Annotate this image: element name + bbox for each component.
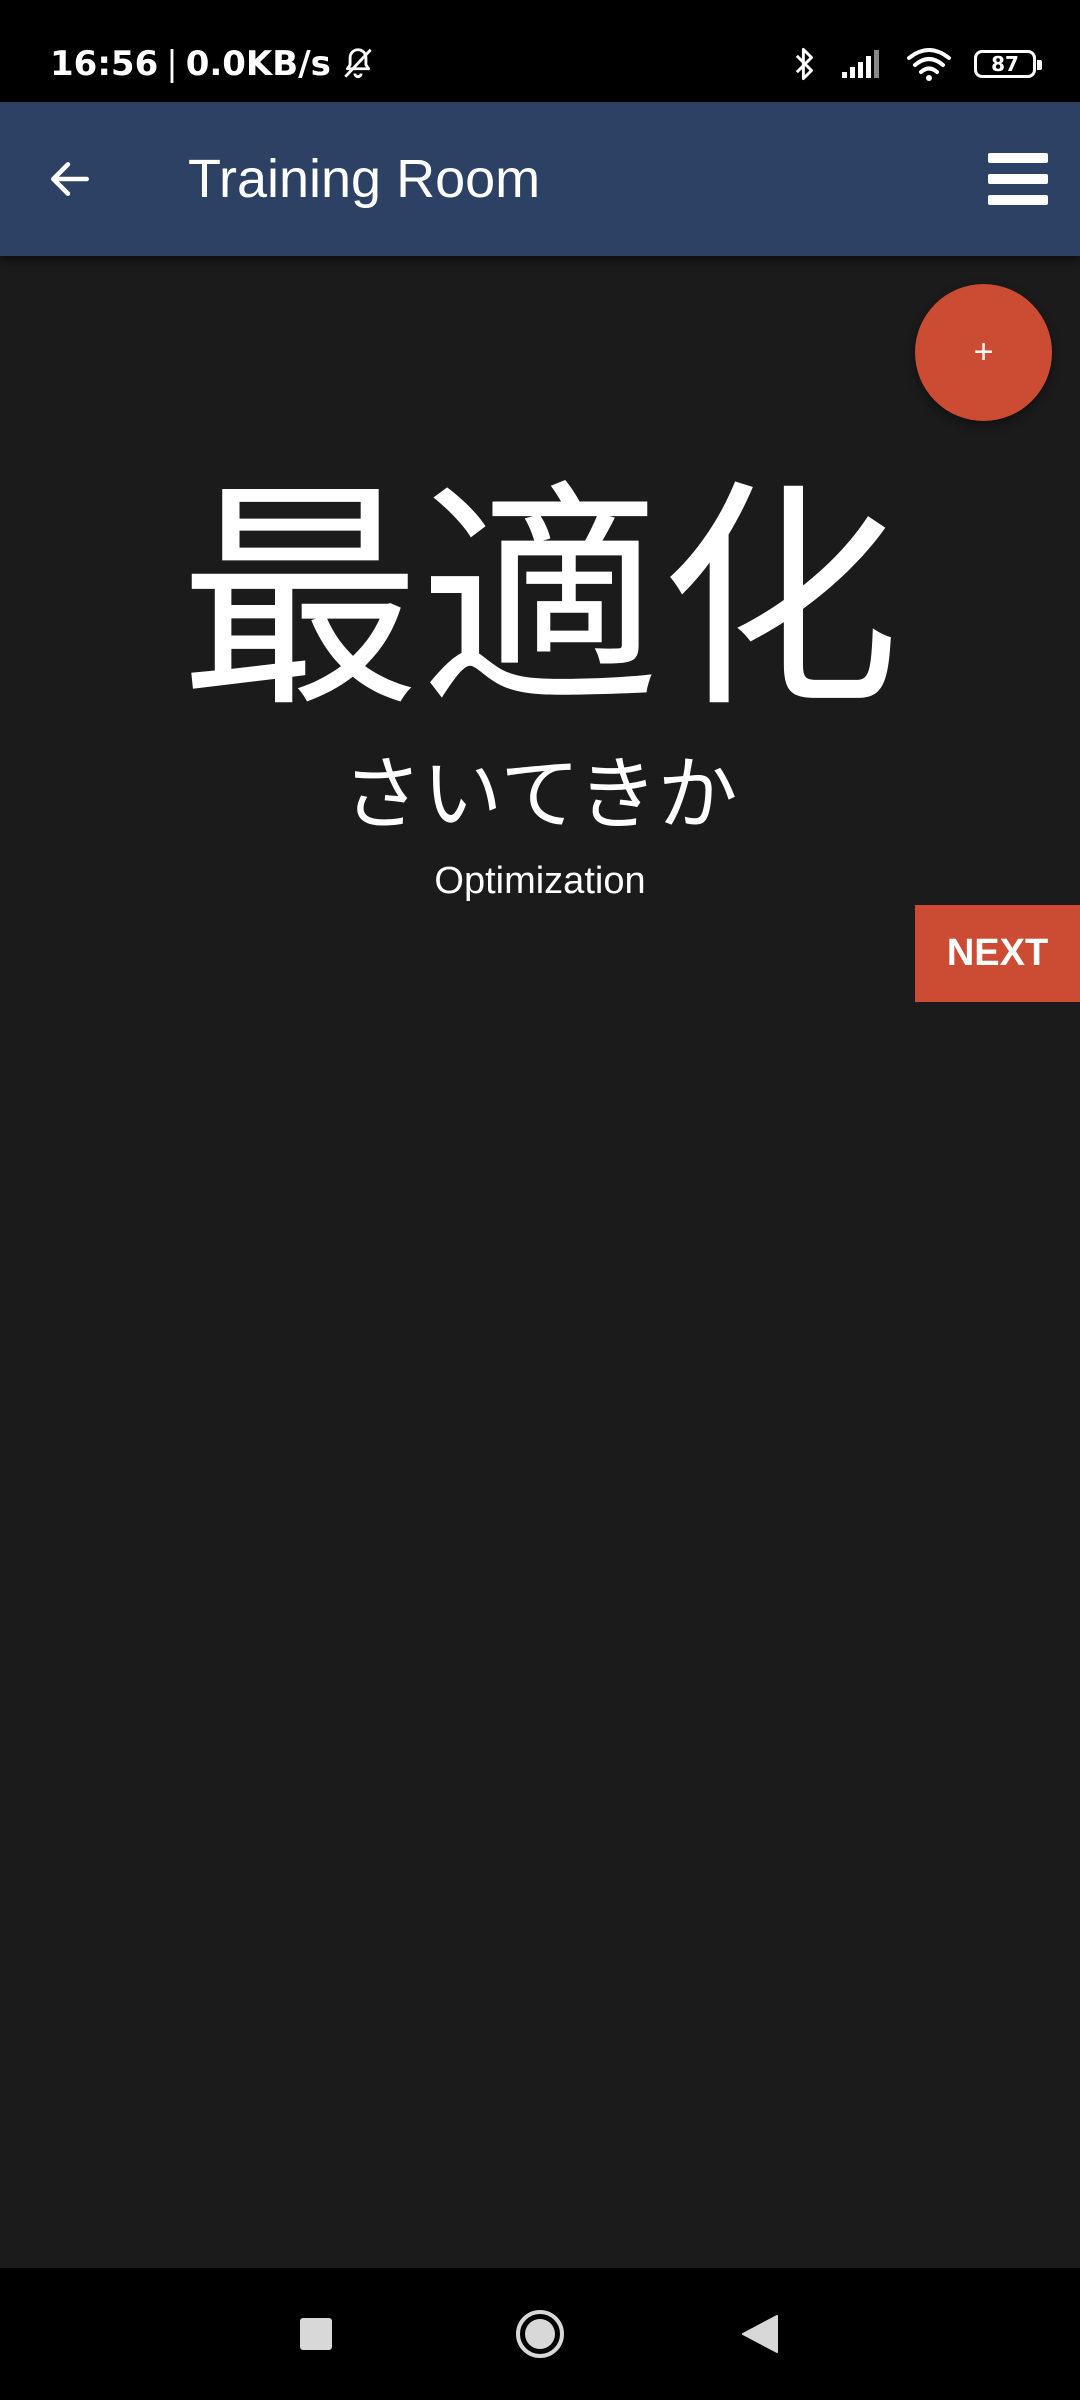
back-button[interactable] — [30, 139, 110, 219]
next-button[interactable]: NEXT — [915, 905, 1080, 1002]
add-label: + — [973, 333, 994, 371]
battery-icon: 87 — [974, 50, 1042, 78]
home-circle-icon — [514, 2308, 566, 2360]
back-triangle-icon — [741, 2314, 779, 2354]
arrow-left-icon — [45, 154, 95, 204]
system-nav-bar — [0, 2268, 1080, 2400]
english-meaning: Optimization — [434, 860, 646, 902]
battery-level: 87 — [991, 52, 1019, 76]
mute-bell-icon — [339, 45, 377, 83]
menu-button[interactable] — [978, 139, 1058, 219]
back-nav-button[interactable] — [720, 2294, 800, 2374]
recents-button[interactable] — [276, 2294, 356, 2374]
signal-icon — [840, 48, 884, 80]
wifi-icon — [906, 46, 952, 82]
hamburger-menu-icon — [986, 151, 1050, 207]
bluetooth-icon — [792, 44, 818, 84]
kanji-word: 最適化 — [179, 460, 900, 740]
recents-square-icon — [299, 2317, 333, 2351]
page-title: Training Room — [188, 149, 541, 209]
kana-reading: さいてきか — [342, 748, 738, 841]
status-bar: 16:56 | 0.0KB/s 87 — [0, 0, 1080, 102]
home-button[interactable] — [500, 2294, 580, 2374]
add-fab-button[interactable]: + — [915, 284, 1052, 421]
app-bar: Training Room — [0, 102, 1080, 256]
